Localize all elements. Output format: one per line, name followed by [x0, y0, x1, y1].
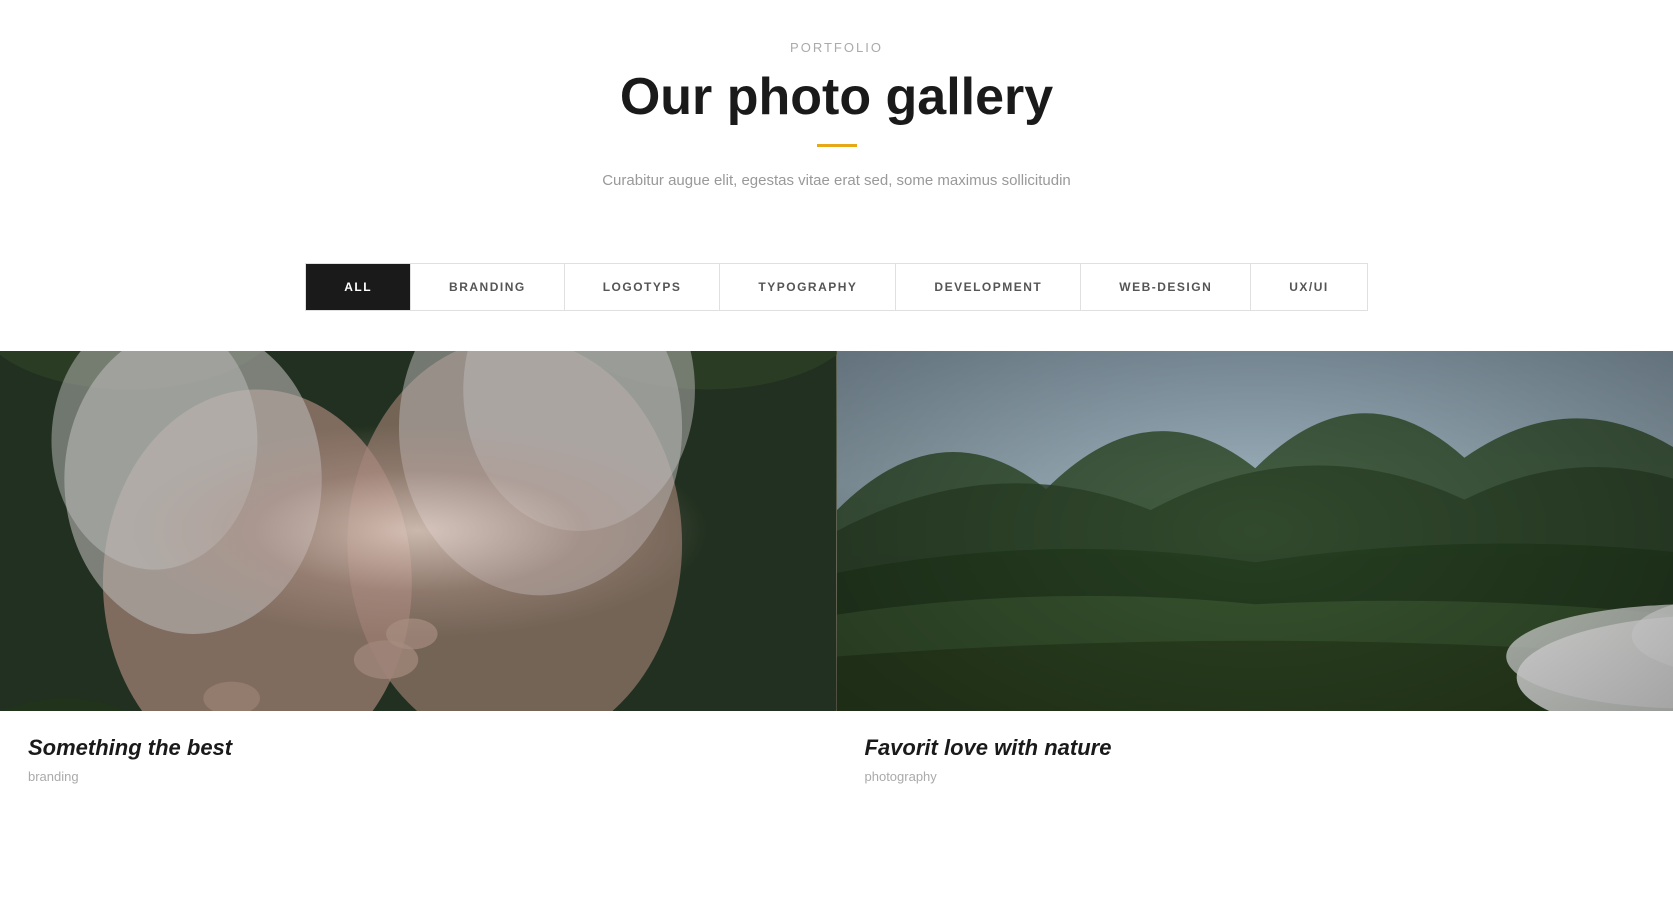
filter-tabs: ALL BRANDING LOGOTYPS TYPOGRAPHY DEVELOP… — [305, 263, 1368, 311]
filter-tab-branding[interactable]: BRANDING — [411, 264, 565, 310]
gallery-caption-2: Favorit love with nature photography — [837, 711, 1673, 814]
filter-tab-web-design[interactable]: WEB-DESIGN — [1081, 264, 1251, 310]
gallery-photo-2 — [837, 351, 1673, 711]
gallery-grid: Something the best branding — [0, 351, 1673, 831]
gallery-caption-1: Something the best branding — [0, 711, 837, 831]
gallery-title: Our photo gallery — [20, 69, 1653, 126]
gallery-image-2 — [837, 351, 1673, 711]
gallery-title-1: Something the best — [28, 735, 809, 761]
page-wrapper: PORTFOLIO Our photo gallery Curabitur au… — [0, 0, 1673, 831]
gallery-title-2: Favorit love with nature — [865, 735, 1646, 761]
portfolio-label: PORTFOLIO — [20, 40, 1653, 55]
gallery-item-1[interactable]: Something the best branding — [0, 351, 837, 831]
filter-tab-development[interactable]: DEVELOPMENT — [896, 264, 1081, 310]
filter-tab-all[interactable]: ALL — [306, 264, 411, 310]
gallery-photo-1 — [0, 351, 837, 711]
gallery-item-2[interactable]: Favorit love with nature photography — [837, 351, 1673, 831]
header-section: PORTFOLIO Our photo gallery Curabitur au… — [0, 0, 1673, 223]
gallery-category-2: photography — [865, 769, 1646, 784]
filter-tab-logotyps[interactable]: LOGOTYPS — [565, 264, 721, 310]
gallery-category-1: branding — [28, 769, 809, 784]
title-divider — [817, 144, 857, 147]
filter-tab-typography[interactable]: TYPOGRAPHY — [720, 264, 896, 310]
gallery-image-1 — [0, 351, 837, 711]
subtitle-text: Curabitur augue elit, egestas vitae erat… — [577, 169, 1097, 193]
filter-tab-ux-ui[interactable]: UX/UI — [1251, 264, 1367, 310]
